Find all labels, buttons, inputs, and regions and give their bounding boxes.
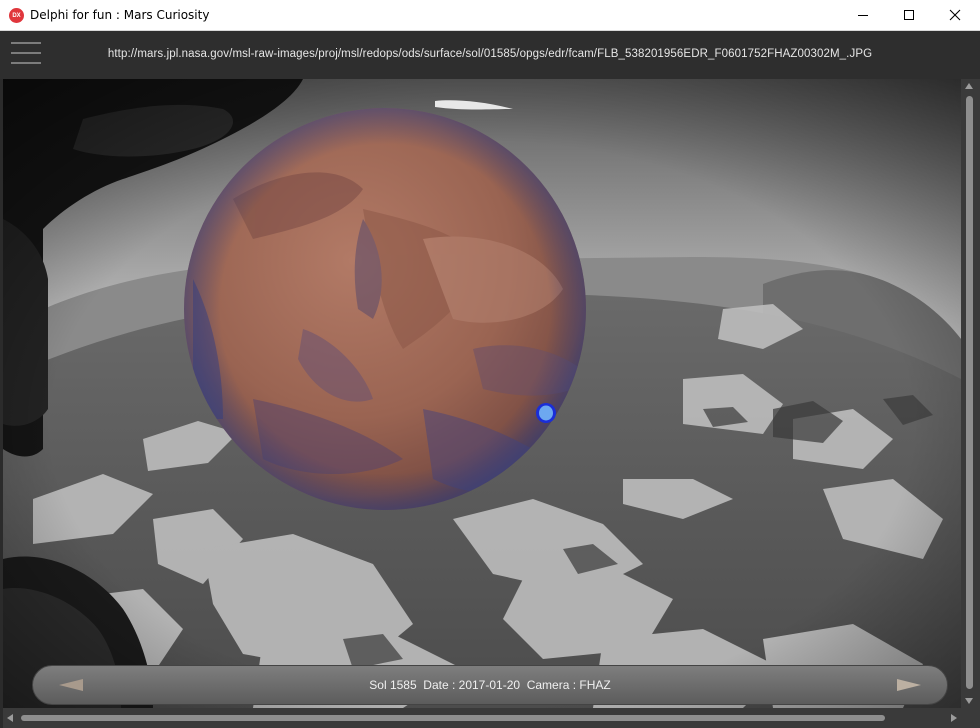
arrow-right-icon <box>897 679 921 691</box>
image-url-label: http://mars.jpl.nasa.gov/msl-raw-images/… <box>107 48 873 60</box>
minimize-button[interactable] <box>840 0 886 30</box>
maximize-button[interactable] <box>886 0 932 30</box>
scroll-up-arrow-icon[interactable] <box>965 83 973 89</box>
close-icon <box>949 9 961 21</box>
horizontal-scrollbar[interactable] <box>3 708 961 728</box>
app-header: http://mars.jpl.nasa.gov/msl-raw-images/… <box>0 31 980 79</box>
hamburger-menu-icon[interactable] <box>11 42 41 66</box>
window-title: Delphi for fun : Mars Curiosity <box>30 8 210 22</box>
scroll-left-arrow-icon[interactable] <box>7 714 13 722</box>
app-icon: DX <box>9 8 24 23</box>
horizontal-scroll-thumb[interactable] <box>21 715 885 721</box>
next-photo-button[interactable] <box>895 678 923 692</box>
vertical-scrollbar[interactable] <box>961 79 980 708</box>
close-button[interactable] <box>932 0 978 30</box>
window-title-bar: DX Delphi for fun : Mars Curiosity <box>0 0 980 31</box>
maximize-icon <box>904 10 914 20</box>
scroll-down-arrow-icon[interactable] <box>965 698 973 704</box>
scroll-right-arrow-icon[interactable] <box>951 714 957 722</box>
rover-location-marker[interactable] <box>536 403 556 423</box>
front-hazcam-mars-surface-photo <box>3 79 961 708</box>
photo-info-bar: Sol 1585 Date : 2017-01-20 Camera : FHAZ <box>32 665 948 705</box>
minimize-icon <box>858 15 868 16</box>
vertical-scroll-thumb[interactable] <box>966 96 973 689</box>
scrollbar-corner <box>961 708 980 728</box>
photo-info-text: Sol 1585 Date : 2017-01-20 Camera : FHAZ <box>369 678 611 692</box>
image-viewport <box>3 79 961 708</box>
